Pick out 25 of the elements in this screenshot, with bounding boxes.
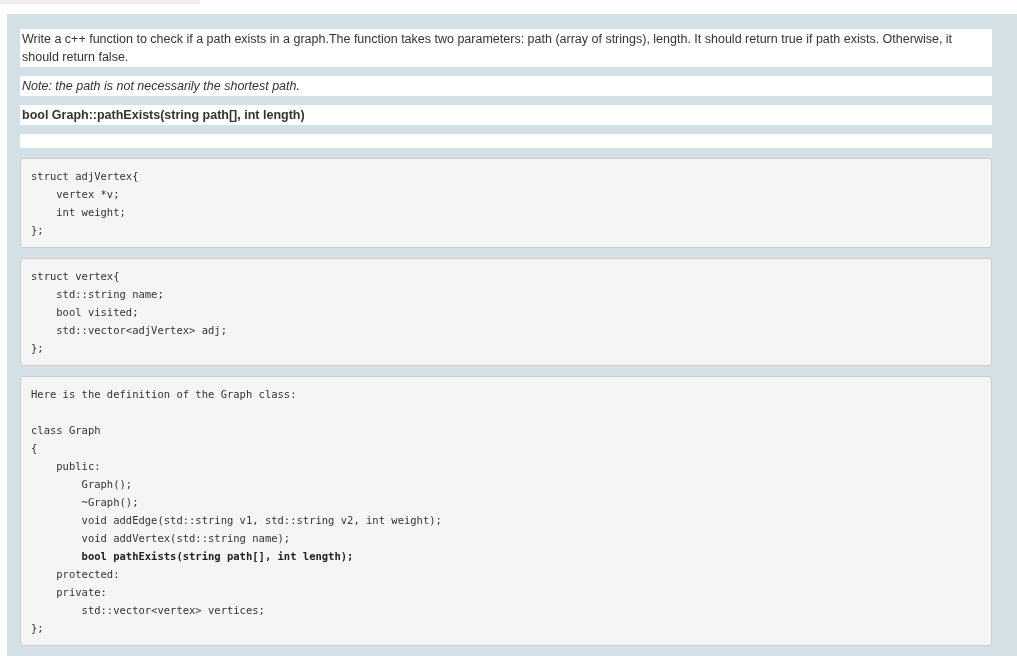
code-line: bool pathExists(string path[], int length); bbox=[80, 549, 355, 564]
function-signature: bool Graph::pathExists(string path[], int length) bbox=[20, 105, 992, 125]
code-line: }; bbox=[31, 341, 45, 356]
code-line: struct vertex{ bbox=[31, 269, 121, 284]
code-line: protected: bbox=[55, 567, 121, 582]
code-line: { bbox=[31, 441, 39, 456]
code-line: private: bbox=[55, 585, 108, 600]
code-line: int weight; bbox=[55, 205, 127, 220]
code-line: }; bbox=[31, 621, 45, 636]
code-intro-text: Here is the definition of the Graph class: bbox=[31, 387, 298, 402]
code-line: std::vector<vertex> vertices; bbox=[80, 603, 266, 618]
code-line: std::string name; bbox=[55, 287, 165, 302]
code-line: Graph(); bbox=[80, 477, 134, 492]
code-line: bool visited; bbox=[55, 305, 140, 320]
question-text: Write a c++ function to check if a path exists in a graph.The function takes two parameters: path (array of strings), length. It should return true if path exists. Otherwise, it should return false. bbox=[20, 29, 992, 67]
code-line: std::vector<adjVertex> adj; bbox=[55, 323, 228, 338]
code-line: struct adjVertex{ bbox=[31, 169, 140, 184]
code-line: }; bbox=[31, 223, 45, 238]
code-line: vertex *v; bbox=[55, 187, 121, 202]
code-line: class Graph bbox=[31, 423, 102, 438]
code-line: void addEdge(std::string v1, std::string v2, int weight); bbox=[80, 513, 443, 528]
note-text: Note: the path is not necessarily the shortest path. bbox=[20, 76, 992, 96]
code-line: public: bbox=[55, 459, 102, 474]
code-line: void addVertex(std::string name); bbox=[80, 531, 292, 546]
code-line: ~Graph(); bbox=[80, 495, 140, 510]
